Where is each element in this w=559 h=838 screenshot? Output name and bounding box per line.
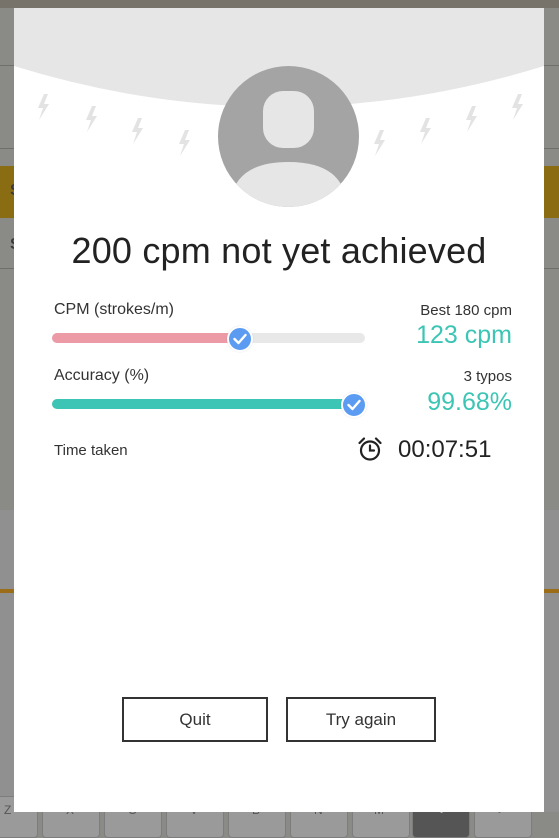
check-icon [233,333,247,345]
lightning-icon [38,94,49,120]
check-icon [347,399,361,411]
result-dialog: 200 cpm not yet achieved CPM (strokes/m)… [14,8,544,812]
accuracy-progress-fill [52,399,354,409]
time-label: Time taken [54,442,128,459]
lightning-icon [179,130,190,156]
cpm-value: 123 cpm [416,321,512,349]
alarm-clock-icon [358,437,382,461]
lightning-icon [86,106,97,132]
accuracy-progress-bar [52,399,355,409]
best-cpm-text: Best 180 cpm [420,302,512,319]
accuracy-value: 99.68% [427,388,512,416]
try-again-button[interactable]: Try again [286,697,436,742]
quit-button[interactable]: Quit [122,697,268,742]
background-key-label: Z [4,803,12,817]
time-value: 00:07:51 [398,436,492,463]
lightning-icon [512,94,523,120]
avatar-icon [218,66,359,207]
cpm-progress-check [227,326,253,352]
background-topbar [0,0,559,8]
cpm-progress-fill [52,333,240,343]
cpm-label: CPM (strokes/m) [54,301,174,318]
lightning-icon [132,118,143,144]
accuracy-progress-check [341,392,367,418]
result-title: 200 cpm not yet achieved [71,230,487,271]
lightning-icon [466,106,477,132]
accuracy-label: Accuracy (%) [54,367,150,384]
lightning-icon [374,130,385,156]
cpm-progress-bar [52,333,365,343]
lightning-icon [420,118,431,144]
typos-text: 3 typos [463,368,512,385]
